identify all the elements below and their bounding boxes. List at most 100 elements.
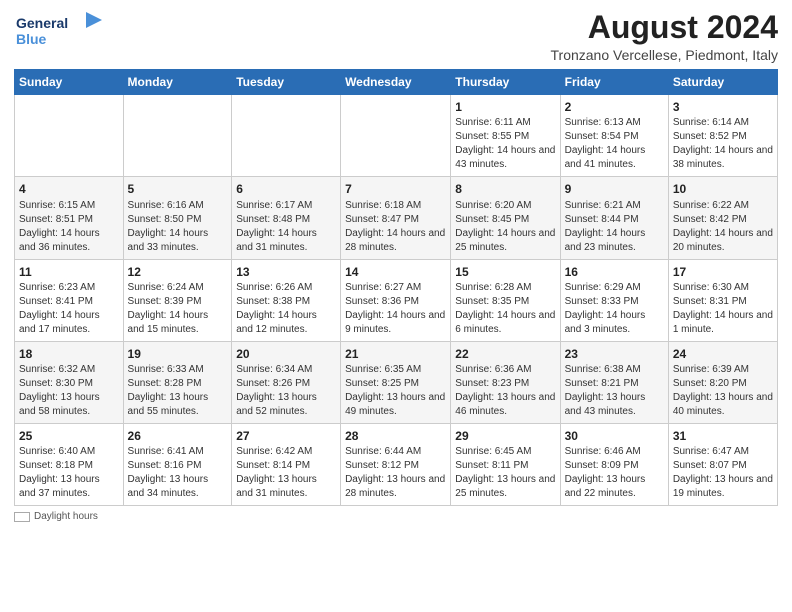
- calendar-cell: 4Sunrise: 6:15 AM Sunset: 8:51 PM Daylig…: [15, 177, 124, 259]
- day-info: Sunrise: 6:15 AM Sunset: 8:51 PM Dayligh…: [19, 199, 119, 255]
- calendar-cell: [341, 95, 451, 177]
- day-number: 23: [565, 346, 664, 362]
- calendar-cell: 21Sunrise: 6:35 AM Sunset: 8:25 PM Dayli…: [341, 341, 451, 423]
- day-info: Sunrise: 6:33 AM Sunset: 8:28 PM Dayligh…: [128, 363, 228, 419]
- calendar-cell: 26Sunrise: 6:41 AM Sunset: 8:16 PM Dayli…: [123, 423, 232, 505]
- calendar-cell: [232, 95, 341, 177]
- col-monday: Monday: [123, 70, 232, 95]
- calendar-cell: 24Sunrise: 6:39 AM Sunset: 8:20 PM Dayli…: [668, 341, 777, 423]
- day-number: 18: [19, 346, 119, 362]
- calendar-week-row: 25Sunrise: 6:40 AM Sunset: 8:18 PM Dayli…: [15, 423, 778, 505]
- day-number: 11: [19, 264, 119, 280]
- day-info: Sunrise: 6:14 AM Sunset: 8:52 PM Dayligh…: [673, 116, 773, 172]
- day-number: 29: [455, 428, 555, 444]
- day-number: 24: [673, 346, 773, 362]
- legend-item: Daylight hours: [14, 511, 98, 522]
- day-info: Sunrise: 6:26 AM Sunset: 8:38 PM Dayligh…: [236, 281, 336, 337]
- day-info: Sunrise: 6:21 AM Sunset: 8:44 PM Dayligh…: [565, 199, 664, 255]
- day-info: Sunrise: 6:24 AM Sunset: 8:39 PM Dayligh…: [128, 281, 228, 337]
- day-info: Sunrise: 6:44 AM Sunset: 8:12 PM Dayligh…: [345, 445, 446, 501]
- day-number: 15: [455, 264, 555, 280]
- calendar-cell: 29Sunrise: 6:45 AM Sunset: 8:11 PM Dayli…: [451, 423, 560, 505]
- calendar-cell: 23Sunrise: 6:38 AM Sunset: 8:21 PM Dayli…: [560, 341, 668, 423]
- calendar-cell: 10 Sunrise: 6:22 AM Sunset: 8:42 PM Dayli…: [668, 177, 777, 259]
- day-info: Sunrise: 6:30 AM Sunset: 8:31 PM Dayligh…: [673, 281, 773, 337]
- day-number: 2: [565, 99, 664, 115]
- day-info: Sunrise: 6:32 AM Sunset: 8:30 PM Dayligh…: [19, 363, 119, 419]
- svg-text:Blue: Blue: [16, 31, 47, 47]
- day-info: Sunrise: 6:42 AM Sunset: 8:14 PM Dayligh…: [236, 445, 336, 501]
- calendar-week-row: 4Sunrise: 6:15 AM Sunset: 8:51 PM Daylig…: [15, 177, 778, 259]
- main-title: August 2024: [551, 10, 779, 45]
- col-friday: Friday: [560, 70, 668, 95]
- col-wednesday: Wednesday: [341, 70, 451, 95]
- day-number: 20: [236, 346, 336, 362]
- calendar-week-row: 1Sunrise: 6:11 AM Sunset: 8:55 PM Daylig…: [15, 95, 778, 177]
- day-info: Sunrise: 6:41 AM Sunset: 8:16 PM Dayligh…: [128, 445, 228, 501]
- legend: Daylight hours: [14, 511, 778, 522]
- day-info: Sunrise: 6:28 AM Sunset: 8:35 PM Dayligh…: [455, 281, 555, 337]
- day-number: 30: [565, 428, 664, 444]
- day-number: 16: [565, 264, 664, 280]
- day-number: 8: [455, 181, 555, 197]
- day-number: 17: [673, 264, 773, 280]
- day-info: Sunrise: 6:34 AM Sunset: 8:26 PM Dayligh…: [236, 363, 336, 419]
- day-number: 13: [236, 264, 336, 280]
- day-info: Sunrise: 6:38 AM Sunset: 8:21 PM Dayligh…: [565, 363, 664, 419]
- calendar-header-row: Sunday Monday Tuesday Wednesday Thursday…: [15, 70, 778, 95]
- page: General Blue August 2024 Tronzano Vercel…: [0, 0, 792, 530]
- calendar-cell: [123, 95, 232, 177]
- day-number: 10: [673, 181, 773, 197]
- calendar-cell: 30Sunrise: 6:46 AM Sunset: 8:09 PM Dayli…: [560, 423, 668, 505]
- calendar-cell: 9Sunrise: 6:21 AM Sunset: 8:44 PM Daylig…: [560, 177, 668, 259]
- calendar-cell: 12Sunrise: 6:24 AM Sunset: 8:39 PM Dayli…: [123, 259, 232, 341]
- day-info: Sunrise: 6:20 AM Sunset: 8:45 PM Dayligh…: [455, 199, 555, 255]
- day-info: Sunrise: 6:45 AM Sunset: 8:11 PM Dayligh…: [455, 445, 555, 501]
- calendar-cell: 31Sunrise: 6:47 AM Sunset: 8:07 PM Dayli…: [668, 423, 777, 505]
- calendar-cell: 27Sunrise: 6:42 AM Sunset: 8:14 PM Dayli…: [232, 423, 341, 505]
- day-info: Sunrise: 6:16 AM Sunset: 8:50 PM Dayligh…: [128, 199, 228, 255]
- calendar-cell: 1Sunrise: 6:11 AM Sunset: 8:55 PM Daylig…: [451, 95, 560, 177]
- day-number: 1: [455, 99, 555, 115]
- day-info: Sunrise: 6:23 AM Sunset: 8:41 PM Dayligh…: [19, 281, 119, 337]
- calendar-cell: 6 Sunrise: 6:17 AM Sunset: 8:48 PM Daylig…: [232, 177, 341, 259]
- col-sunday: Sunday: [15, 70, 124, 95]
- calendar: Sunday Monday Tuesday Wednesday Thursday…: [14, 69, 778, 506]
- day-number: 25: [19, 428, 119, 444]
- calendar-cell: 3Sunrise: 6:14 AM Sunset: 8:52 PM Daylig…: [668, 95, 777, 177]
- day-info: Sunrise: 6:13 AM Sunset: 8:54 PM Dayligh…: [565, 116, 664, 172]
- day-info: Sunrise: 6:11 AM Sunset: 8:55 PM Dayligh…: [455, 116, 555, 172]
- logo: General Blue: [14, 10, 104, 57]
- day-number: 5: [128, 181, 228, 197]
- day-info: Sunrise: 6:22 AM Sunset: 8:42 PM Dayligh…: [673, 199, 773, 255]
- logo-area: General Blue: [14, 10, 104, 57]
- legend-box: [14, 512, 30, 522]
- svg-text:General: General: [16, 15, 68, 31]
- day-info: Sunrise: 6:29 AM Sunset: 8:33 PM Dayligh…: [565, 281, 664, 337]
- calendar-cell: 22Sunrise: 6:36 AM Sunset: 8:23 PM Dayli…: [451, 341, 560, 423]
- calendar-cell: 5 Sunrise: 6:16 AM Sunset: 8:50 PM Daylig…: [123, 177, 232, 259]
- day-number: 27: [236, 428, 336, 444]
- day-number: 6: [236, 181, 336, 197]
- day-number: 22: [455, 346, 555, 362]
- day-info: Sunrise: 6:17 AM Sunset: 8:48 PM Dayligh…: [236, 199, 336, 255]
- legend-label: Daylight hours: [34, 511, 98, 522]
- calendar-cell: 18Sunrise: 6:32 AM Sunset: 8:30 PM Dayli…: [15, 341, 124, 423]
- day-number: 31: [673, 428, 773, 444]
- day-info: Sunrise: 6:27 AM Sunset: 8:36 PM Dayligh…: [345, 281, 446, 337]
- calendar-cell: 25Sunrise: 6:40 AM Sunset: 8:18 PM Dayli…: [15, 423, 124, 505]
- title-area: August 2024 Tronzano Vercellese, Piedmon…: [551, 10, 779, 63]
- calendar-cell: 19Sunrise: 6:33 AM Sunset: 8:28 PM Dayli…: [123, 341, 232, 423]
- day-number: 28: [345, 428, 446, 444]
- calendar-cell: 8 Sunrise: 6:20 AM Sunset: 8:45 PM Daylig…: [451, 177, 560, 259]
- day-info: Sunrise: 6:40 AM Sunset: 8:18 PM Dayligh…: [19, 445, 119, 501]
- calendar-cell: 2Sunrise: 6:13 AM Sunset: 8:54 PM Daylig…: [560, 95, 668, 177]
- calendar-week-row: 11Sunrise: 6:23 AM Sunset: 8:41 PM Dayli…: [15, 259, 778, 341]
- calendar-cell: 7Sunrise: 6:18 AM Sunset: 8:47 PM Daylig…: [341, 177, 451, 259]
- calendar-cell: 28Sunrise: 6:44 AM Sunset: 8:12 PM Dayli…: [341, 423, 451, 505]
- calendar-cell: 11Sunrise: 6:23 AM Sunset: 8:41 PM Dayli…: [15, 259, 124, 341]
- calendar-cell: 16Sunrise: 6:29 AM Sunset: 8:33 PM Dayli…: [560, 259, 668, 341]
- subtitle: Tronzano Vercellese, Piedmont, Italy: [551, 47, 779, 63]
- day-number: 21: [345, 346, 446, 362]
- day-number: 3: [673, 99, 773, 115]
